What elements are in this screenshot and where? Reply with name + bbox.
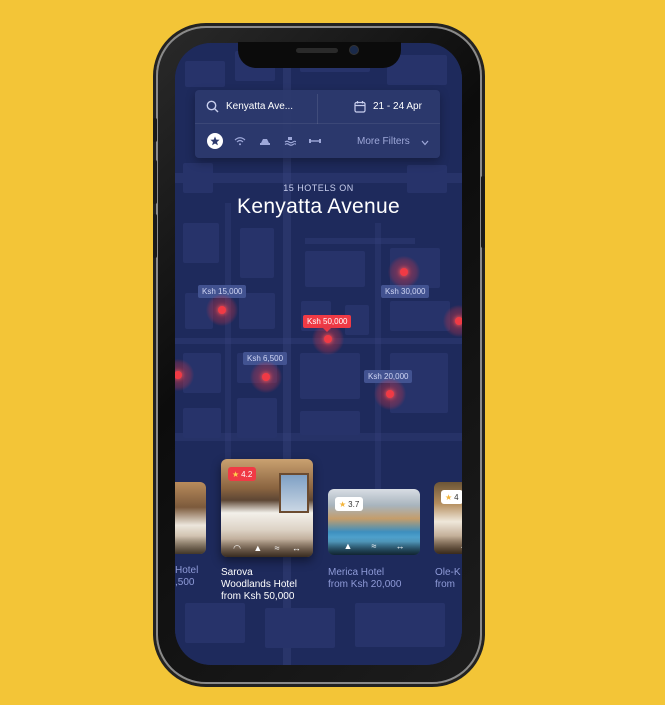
map-pin-selected[interactable]: [312, 323, 344, 355]
map-pin[interactable]: [250, 361, 282, 393]
date-range[interactable]: 21 - 24 Apr: [373, 101, 422, 112]
hotel-name: Woodlands Hotel: [221, 579, 297, 590]
hotel-card[interactable]: ★ 3.7 ▲ ≈ ↔: [328, 489, 420, 555]
wifi-icon: ◠: [233, 542, 242, 553]
hotel-count: 15 HOTELS ON: [283, 183, 354, 193]
search-card: Kenyatta Ave... 21 - 24 Apr More Filters: [195, 90, 440, 158]
stage: Kenyatta Ave... 21 - 24 Apr More Filters…: [0, 0, 665, 705]
calendar-icon: [354, 101, 366, 113]
amenities: ▲: [434, 536, 462, 554]
rating-badge: ★ 4: [441, 490, 462, 504]
pool-icon: ≈: [371, 541, 377, 551]
gym-icon: ↔: [395, 541, 405, 551]
page-title: Kenyatta Avenue: [237, 195, 400, 218]
front-camera: [350, 46, 358, 54]
parking-icon: ▲: [253, 543, 263, 553]
map-pin[interactable]: [388, 256, 420, 288]
wifi-icon[interactable]: [232, 133, 248, 149]
search-row: Kenyatta Ave... 21 - 24 Apr: [195, 90, 440, 124]
divider: [317, 94, 318, 124]
hotel-card-selected[interactable]: ★ 4.2 ◠ ▲ ≈ ↔: [221, 459, 313, 557]
hotel-card[interactable]: ★4 ▲: [434, 482, 462, 554]
amenities: ◠ ▲ ≈ ↔: [221, 539, 313, 557]
filter-row: More Filters: [195, 124, 440, 158]
hotel-price: from Ksh 50,000: [221, 591, 295, 602]
gym-icon[interactable]: [307, 133, 323, 149]
pool-icon: ≈: [274, 543, 280, 553]
power-button: [481, 176, 485, 248]
parking-icon[interactable]: [257, 133, 273, 149]
location-input[interactable]: Kenyatta Ave...: [226, 101, 293, 112]
star-icon: ★: [445, 492, 453, 502]
hotel-price: ,500: [175, 577, 195, 588]
pool-icon[interactable]: [282, 133, 298, 149]
map-pin[interactable]: [206, 294, 238, 326]
search-icon: [206, 100, 219, 113]
hotel-price: from: [435, 579, 455, 590]
hotel-name: Sarova: [221, 567, 253, 578]
mute-switch: [153, 118, 157, 142]
star-icon[interactable]: [207, 133, 223, 149]
star-icon: ★: [339, 499, 347, 509]
volume-down-button: [153, 214, 157, 258]
hotel-name: Hotel: [175, 565, 199, 576]
rating-badge: ★ 4.2: [228, 467, 257, 481]
hotel-price: from Ksh 20,000: [328, 579, 402, 590]
map-pin[interactable]: [374, 378, 406, 410]
parking-icon: ▲: [343, 541, 353, 551]
phone-screen: Kenyatta Ave... 21 - 24 Apr More Filters…: [175, 43, 462, 665]
phone-notch: [238, 42, 401, 68]
rating-badge: ★ 3.7: [335, 497, 364, 511]
chevron-down-icon[interactable]: [421, 140, 429, 146]
parking-icon: ▲: [460, 540, 462, 550]
star-icon: ★: [232, 469, 240, 479]
hotel-name: Merica Hotel: [328, 567, 385, 578]
gym-icon: ↔: [291, 543, 301, 553]
hotel-card[interactable]: [175, 482, 206, 554]
amenities: ▲ ≈ ↔: [328, 537, 420, 555]
more-filters-button[interactable]: More Filters: [357, 136, 410, 147]
hotel-name: Ole-K: [435, 567, 461, 578]
volume-up-button: [153, 160, 157, 204]
speaker: [296, 48, 338, 53]
